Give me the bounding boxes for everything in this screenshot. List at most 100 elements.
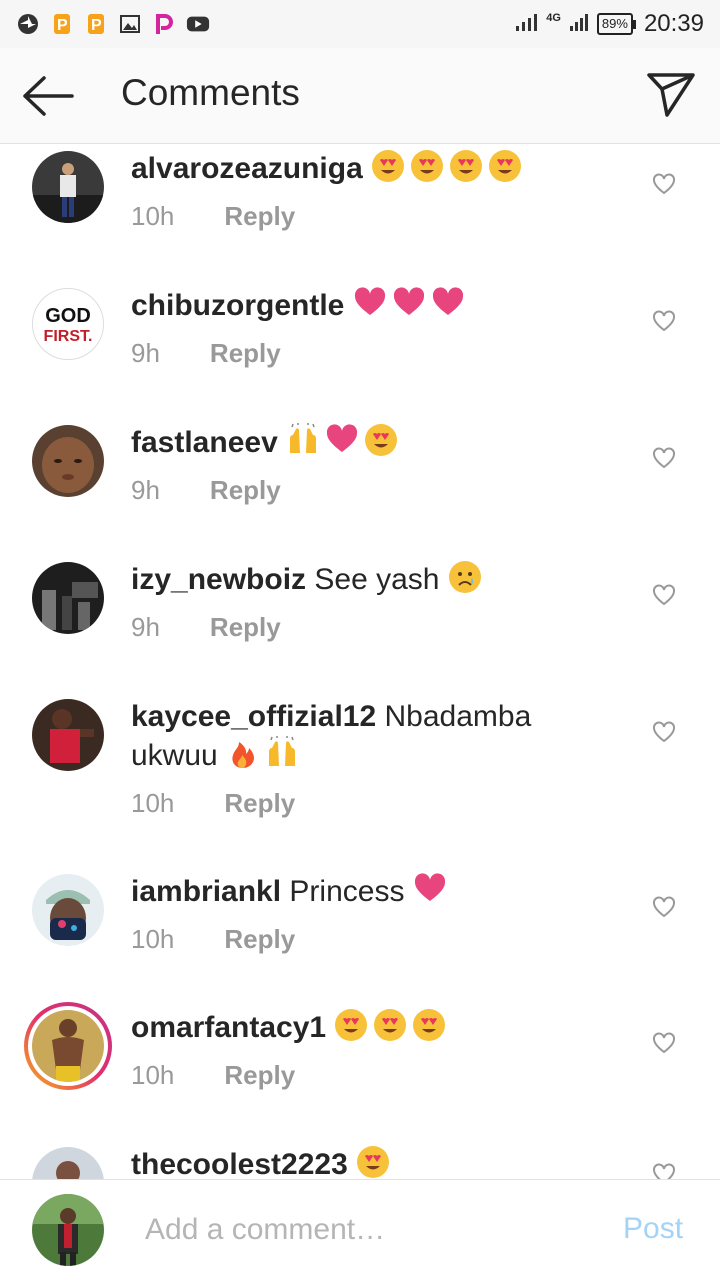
heart-eyes-emoji-icon: [372, 150, 405, 182]
network-type-label: 4G: [546, 12, 561, 24]
raised-hands-emoji-icon: [269, 736, 296, 766]
comment-username[interactable]: izy_newboiz: [131, 563, 306, 596]
comment-time: 9h: [131, 338, 160, 368]
heart-outline-icon[interactable]: [652, 896, 676, 918]
pinwheel-icon: [16, 12, 40, 36]
emoji-group: [226, 736, 304, 772]
reply-button[interactable]: Reply: [210, 338, 281, 368]
comment-time: 10h: [131, 924, 175, 954]
heart-eyes-emoji-icon: [411, 150, 444, 182]
heart-outline-icon[interactable]: [652, 1163, 676, 1179]
comment-item: omarfantacy1 10h Reply: [0, 1002, 720, 1134]
svg-text:P: P: [57, 17, 68, 34]
avatar[interactable]: [32, 151, 104, 223]
heart-eyes-emoji-icon: [335, 1009, 368, 1041]
heart-outline-icon[interactable]: [652, 584, 676, 606]
emoji-group: [448, 561, 487, 596]
status-bar: P P 4G 89% 20:39: [0, 0, 720, 48]
reply-button[interactable]: Reply: [224, 1060, 295, 1090]
heart-outline-icon[interactable]: [652, 310, 676, 332]
comment-time: 9h: [131, 475, 160, 505]
comment-username[interactable]: fastlaneev: [131, 426, 278, 459]
heart-outline-icon[interactable]: [652, 447, 676, 469]
pink-heart-emoji-icon: [327, 424, 358, 452]
comment-username[interactable]: chibuzorgentle: [131, 289, 344, 322]
heart-eyes-emoji-icon: [365, 424, 398, 456]
heart-eyes-emoji-icon: [450, 150, 483, 182]
comment-time: 9h: [131, 612, 160, 642]
emoji-group: [286, 423, 403, 459]
post-button[interactable]: Post: [623, 1212, 683, 1246]
heart-eyes-emoji-icon: [374, 1009, 407, 1041]
emoji-group: [353, 287, 470, 322]
comment-username[interactable]: thecoolest2223: [131, 1148, 348, 1179]
pink-heart-emoji-icon: [393, 287, 424, 315]
back-arrow-icon[interactable]: [22, 76, 74, 116]
emoji-group: [356, 1146, 395, 1179]
pink-heart-emoji-icon: [354, 287, 385, 315]
reply-button[interactable]: Reply: [224, 924, 295, 954]
heart-eyes-emoji-icon: [489, 150, 522, 182]
signal-icon: [569, 12, 589, 37]
heart-eyes-emoji-icon: [413, 1009, 446, 1041]
avatar-logo-line1: GOD: [45, 305, 91, 327]
avatar[interactable]: [32, 425, 104, 497]
heart-outline-icon[interactable]: [652, 1032, 676, 1054]
p-app-icon: P: [84, 12, 108, 36]
heart-outline-icon[interactable]: [652, 721, 676, 743]
reply-button[interactable]: Reply: [224, 788, 295, 818]
heart-eyes-emoji-icon: [357, 1146, 390, 1178]
comment-text: Princess: [289, 875, 405, 908]
clock: 20:39: [643, 10, 704, 37]
comment-text: See yash: [314, 563, 440, 596]
picsart-icon: [152, 12, 176, 36]
page-title: Comments: [121, 72, 300, 113]
battery-indicator: 89%: [596, 13, 636, 35]
header: Comments: [0, 48, 720, 144]
heart-outline-icon[interactable]: [652, 173, 676, 195]
comment-item: thecoolest2223: [0, 1141, 720, 1179]
battery-level: 89%: [596, 13, 633, 35]
gallery-icon: [118, 12, 142, 36]
comment-time: 10h: [131, 788, 175, 818]
sad-face-emoji-icon: [448, 561, 481, 593]
emoji-group: [334, 1009, 451, 1044]
direct-send-icon[interactable]: [646, 72, 696, 118]
comment-item: iambriankl Princess 10h Reply: [0, 868, 720, 998]
reply-button[interactable]: Reply: [210, 475, 281, 505]
svg-text:P: P: [91, 17, 102, 34]
emoji-group: [413, 873, 452, 908]
youtube-icon: [186, 12, 210, 36]
comment-item: kaycee_offizial12 Nbadamba ukwuu 10h Repl…: [0, 693, 720, 863]
comment-item: GOD FIRST. chibuzorgentle 9h Reply: [0, 282, 720, 412]
pink-heart-emoji-icon: [414, 873, 445, 901]
comment-time: 10h: [131, 201, 175, 231]
comment-username[interactable]: omarfantacy1: [131, 1011, 326, 1044]
avatar[interactable]: [32, 874, 104, 946]
p-app-icon: P: [50, 12, 74, 36]
reply-button[interactable]: Reply: [210, 612, 281, 642]
comment-item: izy_newboiz See yash 9h Reply: [0, 556, 720, 686]
avatar[interactable]: [32, 1147, 104, 1179]
comment-list[interactable]: alvarozeazuniga 10h Reply GOD FIRST. chibu…: [0, 145, 720, 1179]
avatar[interactable]: GOD FIRST.: [32, 288, 104, 360]
avatar-story-ring[interactable]: [24, 1002, 112, 1090]
comment-time: 10h: [131, 1060, 175, 1090]
signal-icon: [514, 12, 538, 37]
comment-item: alvarozeazuniga 10h Reply: [0, 145, 720, 275]
reply-button[interactable]: Reply: [224, 201, 295, 231]
emoji-group: [371, 150, 527, 185]
comment-composer: Post: [0, 1179, 720, 1280]
comment-username[interactable]: alvarozeazuniga: [131, 152, 363, 185]
avatar-logo-line2: FIRST.: [44, 328, 93, 345]
add-comment-input[interactable]: [145, 1208, 585, 1252]
raised-hands-emoji-icon: [290, 423, 317, 453]
comment-username[interactable]: kaycee_offizial12: [131, 700, 376, 733]
fire-emoji-icon: [232, 742, 255, 768]
pink-heart-emoji-icon: [432, 287, 463, 315]
comment-item: fastlaneev 9h Reply: [0, 419, 720, 549]
comment-username[interactable]: iambriankl: [131, 875, 281, 908]
avatar[interactable]: [32, 562, 104, 634]
current-user-avatar: [32, 1194, 104, 1266]
avatar[interactable]: [32, 699, 104, 771]
